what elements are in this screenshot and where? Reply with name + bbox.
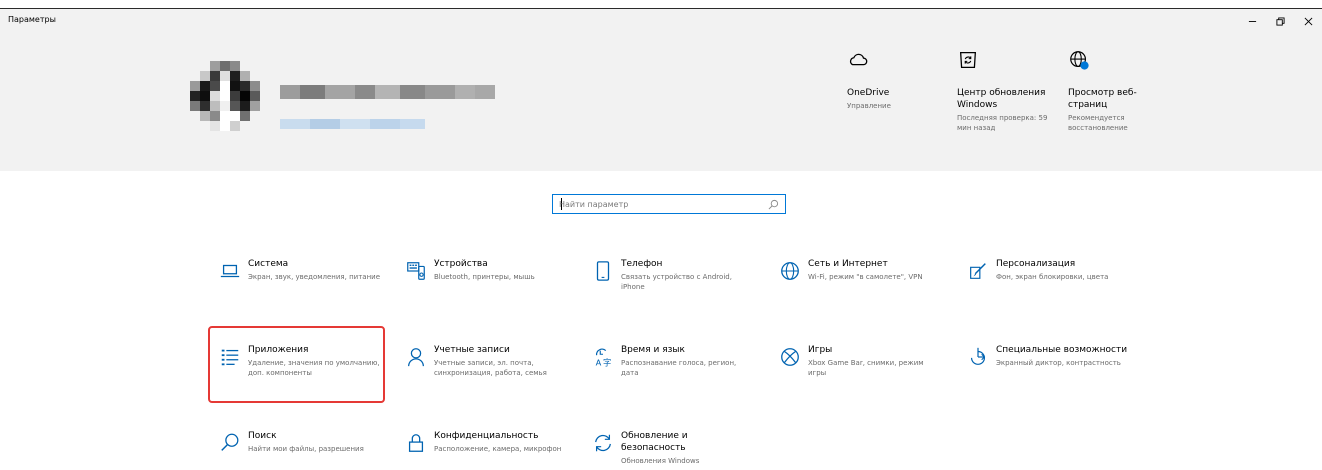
- account-name-redacted: [280, 85, 495, 99]
- keyboard-icon: [407, 262, 425, 280]
- category-title: Время и язык: [621, 345, 685, 355]
- account-email-redacted[interactable]: [280, 119, 425, 129]
- category-subtitle: Bluetooth, принтеры, мышь: [434, 273, 535, 281]
- category-subtitle: Обновления Windows: [621, 457, 700, 465]
- paint-icon: [970, 263, 986, 279]
- search-icon[interactable]: [768, 199, 779, 210]
- person-icon: [408, 348, 424, 367]
- quick-link-subtitle: Рекомендуется восстановление: [1068, 114, 1128, 132]
- minimize-icon: [1248, 20, 1256, 22]
- category-subtitle: Экранный диктор, контрастность: [996, 359, 1121, 367]
- globe-icon: [1070, 51, 1089, 70]
- time-language-icon: A 字: [596, 348, 611, 367]
- category-subtitle: Связать устройство с Android, iPhone: [621, 273, 732, 291]
- category-title: Сеть и Интернет: [808, 259, 888, 269]
- category-privacy[interactable]: Конфиденциальность Расположение, камера,…: [398, 430, 568, 460]
- category-title: Система: [248, 259, 289, 269]
- quick-link-browsing[interactable]: Просмотр веб-страниц Рекомендуется восст…: [1068, 45, 1163, 133]
- quick-link-title: OneDrive: [847, 88, 890, 98]
- category-subtitle: Фон, экран блокировки, цвета: [996, 273, 1109, 281]
- category-devices[interactable]: Устройства Bluetooth, принтеры, мышь: [398, 258, 568, 288]
- category-search[interactable]: Поиск Найти мои файлы, разрешения: [212, 430, 382, 460]
- category-title: Специальные возможности: [996, 345, 1128, 355]
- category-subtitle: Найти мои файлы, разрешения: [248, 445, 364, 453]
- category-subtitle: Экран, звук, уведомления, питание: [248, 273, 381, 281]
- category-subtitle: Расположение, камера, микрофон: [434, 445, 562, 453]
- category-phone[interactable]: Телефон Связать устройство с Android, iP…: [585, 258, 755, 292]
- close-icon: [1304, 17, 1312, 25]
- category-title: Обновление и безопасность: [621, 431, 688, 453]
- highlight-annotation: [208, 326, 385, 403]
- category-title: Поиск: [248, 431, 277, 441]
- category-title: Учетные записи: [434, 345, 510, 355]
- quick-link-onedrive[interactable]: OneDrive Управление: [847, 45, 957, 111]
- lock-icon: [408, 434, 424, 452]
- svg-text:A: A: [596, 357, 602, 367]
- category-network[interactable]: Сеть и Интернет Wi-Fi, режим "в самолете…: [772, 258, 942, 288]
- close-button[interactable]: [1296, 11, 1320, 31]
- accessibility-icon: [970, 347, 986, 365]
- laptop-icon: [220, 264, 240, 278]
- minimize-button[interactable]: [1240, 11, 1264, 31]
- category-accounts[interactable]: Учетные записи Учетные записи, эл. почта…: [398, 344, 568, 378]
- svg-text:字: 字: [603, 357, 611, 367]
- category-subtitle: Xbox Game Bar, снимки, режим игры: [808, 359, 924, 377]
- category-subtitle: Учетные записи, эл. почта, синхронизация…: [434, 359, 547, 377]
- category-system[interactable]: Система Экран, звук, уведомления, питани…: [212, 258, 382, 288]
- account-header: OneDrive Управление Центр обновления Win…: [0, 33, 1322, 171]
- cloud-icon: [850, 53, 868, 66]
- update-icon: [595, 434, 611, 452]
- category-title: Телефон: [621, 259, 663, 269]
- search-input[interactable]: [559, 196, 759, 212]
- search-icon: [221, 433, 239, 451]
- category-title: Конфиденциальность: [434, 431, 539, 441]
- category-subtitle: Распознавание голоса, регион, дата: [621, 359, 737, 377]
- settings-window: Параметры OneDrive Управление Центр обно…: [0, 0, 1322, 470]
- globe-icon: [781, 262, 799, 280]
- phone-icon: [596, 261, 610, 281]
- search-box[interactable]: [552, 194, 786, 214]
- quick-link-subtitle: Управление: [847, 102, 891, 110]
- category-update-security[interactable]: Обновление и безопасность Обновления Win…: [585, 430, 755, 466]
- title-bar: Параметры: [0, 9, 1322, 33]
- category-title: Персонализация: [996, 259, 1076, 269]
- window-title: Параметры: [8, 15, 56, 24]
- quick-link-subtitle: Последняя проверка: 59 мин назад: [957, 114, 1048, 132]
- quick-link-title: Центр обновления Windows: [957, 88, 1046, 110]
- xbox-icon: [781, 348, 799, 366]
- avatar[interactable]: [190, 61, 270, 131]
- restore-button[interactable]: [1268, 11, 1292, 31]
- category-time-language[interactable]: A 字 Время и язык Распознавание голоса, р…: [585, 344, 755, 378]
- category-subtitle: Wi-Fi, режим "в самолете", VPN: [808, 273, 923, 281]
- category-accessibility[interactable]: Специальные возможности Экранный диктор,…: [960, 344, 1130, 374]
- category-gaming[interactable]: Игры Xbox Game Bar, снимки, режим игры: [772, 344, 942, 378]
- category-title: Устройства: [434, 259, 488, 269]
- category-personalization[interactable]: Персонализация Фон, экран блокировки, цв…: [960, 258, 1130, 288]
- quick-link-windows-update[interactable]: Центр обновления Windows Последняя прове…: [957, 45, 1052, 133]
- category-title: Игры: [808, 345, 833, 355]
- quick-link-title: Просмотр веб-страниц: [1068, 88, 1137, 110]
- restore-icon: [1275, 16, 1285, 26]
- sync-icon: [959, 52, 977, 68]
